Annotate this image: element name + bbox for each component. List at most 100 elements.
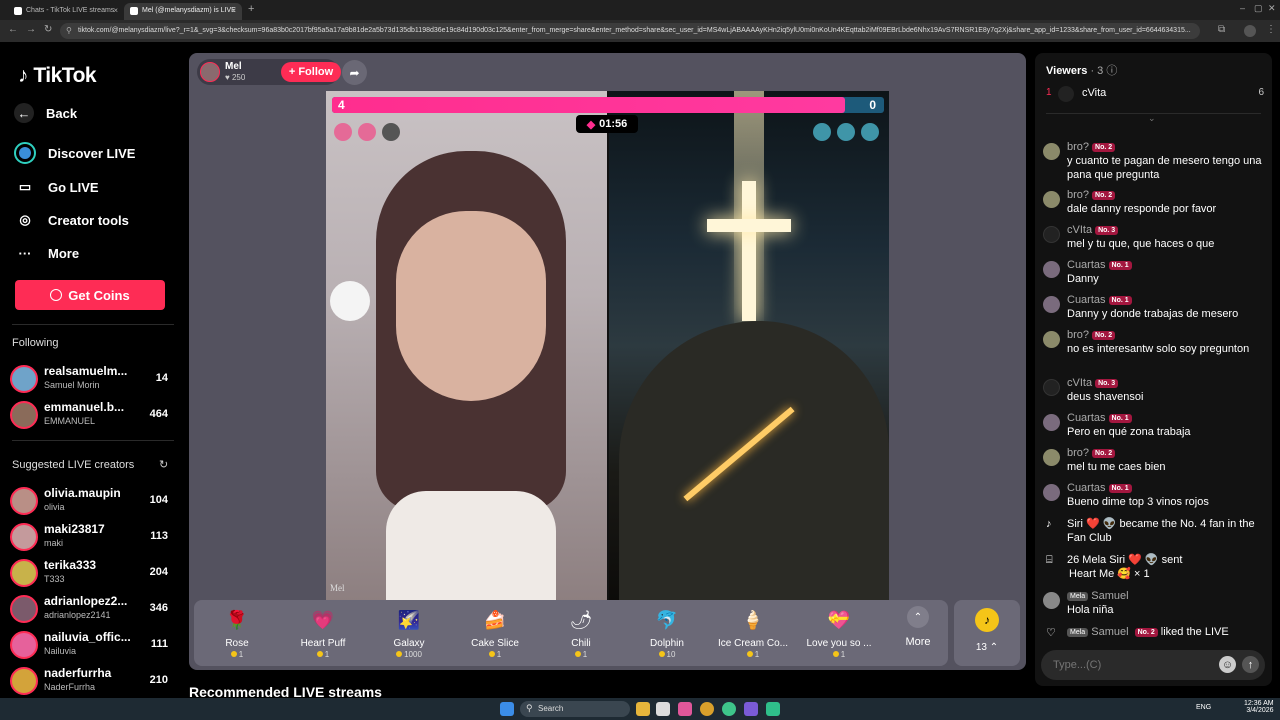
browser-tab-chats[interactable]: Chats - TikTok LIVE streams × [8,3,124,20]
suggested-creator[interactable]: terika333 T333 204 [10,558,170,588]
gift-name: Rose [225,638,249,649]
supporter-slot-icon[interactable] [837,123,855,141]
forward-arrow-icon[interactable]: → [26,24,36,35]
url-text: tiktok.com/@melanysdiazm/live?_r=1&_svg=… [78,27,1191,34]
coin-icon [746,651,753,657]
reload-icon[interactable]: ↻ [44,24,52,35]
coin-icon [832,651,839,657]
back-arrow-icon[interactable]: ← [8,24,18,35]
nav-discover-live[interactable]: Discover LIVE [14,140,135,166]
top-viewer-row[interactable]: 1 cVita 6 [1046,86,1266,102]
language-indicator[interactable]: ENG [1196,704,1211,711]
host-info[interactable]: Mel ♥ 250 + Follow [197,59,341,85]
gift-item[interactable]: 🍦 Ice Cream Co... 1 [710,606,796,662]
tab-close-icon[interactable]: × [113,6,118,15]
creator-name: nailuvia_offic... [44,630,131,644]
fanclub-text: Siri ❤️ 👽 became the No. 4 fan in the Fa… [1067,518,1255,544]
maximize-icon[interactable]: ▢ [1254,3,1263,14]
host-avatar[interactable] [200,62,220,82]
new-tab-button[interactable]: + [248,3,254,15]
follow-button[interactable]: + Follow [281,62,341,82]
extensions-icon[interactable]: ⧉ [1218,24,1225,35]
app-icon[interactable] [722,702,736,716]
app-icon[interactable] [744,702,758,716]
gift-price: 1 [538,650,624,659]
viewer-rank: 1 [1046,87,1052,98]
following-creator[interactable]: emmanuel.b... EMMANUEL 464 [10,400,170,430]
avatar [10,401,38,429]
coin-icon [488,651,495,657]
gift-item[interactable]: 🌠 Galaxy 1000 [366,606,452,662]
nav-creator-tools[interactable]: ◎ Creator tools [14,207,129,233]
left-sidebar: ♪ TikTok ← Back Discover LIVE ▭ Go LIVE … [0,42,180,698]
gift-item[interactable]: 💗 Heart Puff 1 [280,606,366,662]
coin-balance-button[interactable]: ♪ 13 ⌃ [954,600,1020,666]
gift-item[interactable]: 🐬 Dolphin 10 [624,606,710,662]
browser-menu-icon[interactable]: ⋮ [1266,24,1276,35]
back-button[interactable]: ← Back [14,100,77,126]
chat-username: bro? [1067,329,1090,341]
suggested-creator[interactable]: naderfurrha NaderFurrha 210 [10,666,170,696]
browser-tab-live[interactable]: Mel (@melanysdiazm) is LIVE × [124,3,242,20]
nav-go-live[interactable]: ▭ Go LIVE [14,174,99,200]
gift-name: Chili [571,638,591,649]
tab-close-icon[interactable]: × [231,6,236,15]
share-icon[interactable]: ➦ [342,60,367,85]
gift-price-value: 1 [496,650,502,659]
viewer-name: cVita [1082,87,1107,99]
url-field[interactable]: ⚲ tiktok.com/@melanysdiazm/live?_r=1&_sv… [60,23,1200,39]
minimize-icon[interactable]: – [1240,3,1245,13]
gift-notice-text: 26 Mela Siri ❤️ 👽 sent [1067,554,1183,566]
windows-start-icon[interactable] [500,702,514,716]
refresh-icon[interactable]: ↻ [159,458,168,471]
gift-item[interactable]: 💝 Love you so ... 1 [796,606,882,662]
chat-text: dale danny responde por favor [1067,203,1217,215]
supporter-slot-icon[interactable] [861,123,879,141]
clock[interactable]: 12:36 AM 3/4/2026 [1244,700,1274,714]
send-icon[interactable]: ↑ [1242,656,1259,673]
chrome-icon[interactable] [700,702,714,716]
window-close-icon[interactable]: ✕ [1268,3,1276,14]
coin-icon [230,651,237,657]
gift-price: 10 [624,650,710,659]
viewers-title: Viewers [1046,65,1088,77]
live-video[interactable]: Mel 4 0 ◆ 01:56 [326,91,889,601]
more-gifts-button[interactable]: ⌃ More [898,606,938,662]
supporter-slot-icon[interactable] [813,123,831,141]
info-icon[interactable]: ⓘ [1106,65,1117,77]
gift-item[interactable]: 🌹 Rose 1 [194,606,280,662]
tiktok-logo[interactable]: ♪ TikTok [18,64,97,88]
cross-bar [707,219,791,232]
galaxy-icon: 🌠 [397,609,421,630]
supporter-slot-icon[interactable] [358,123,376,141]
chat-text: mel tu me caes bien [1067,461,1166,473]
app-icon[interactable] [766,702,780,716]
suggested-creator[interactable]: olivia.maupin olivia 104 [10,486,170,516]
suggested-creator[interactable]: maki23817 maki 113 [10,522,170,552]
tiktok-favicon-icon [14,7,22,15]
following-creator[interactable]: realsamuelm... Samuel Morin 14 [10,364,170,394]
chat-text: Pero en qué zona trabaja [1067,426,1191,438]
taskbar-search[interactable]: ⚲ Search [520,701,630,717]
store-icon[interactable] [656,702,670,716]
suggested-creator[interactable]: adrianlopez2... adrianlopez2141 346 [10,594,170,624]
chevron-down-icon[interactable]: ⌄ [1148,113,1156,124]
app-icon[interactable] [678,702,692,716]
nav-more[interactable]: ··· More [14,240,80,266]
site-info-icon[interactable]: ⚲ [66,26,72,35]
shirt-shape [386,491,556,601]
chat-username: Cuartas [1067,412,1106,424]
gift-item[interactable]: 🌶 Chili 1 [538,606,624,662]
file-explorer-icon[interactable] [636,702,650,716]
creator-name: olivia.maupin [44,486,121,500]
profile-avatar-icon[interactable] [1244,25,1256,37]
get-coins-button[interactable]: Get Coins [15,280,165,310]
suggested-creator[interactable]: nailuvia_offic... Nailuvia 111 [10,630,170,660]
supporter-avatar[interactable] [382,123,400,141]
chat-input[interactable] [1053,657,1213,673]
gift-item[interactable]: 🍰 Cake Slice 1 [452,606,538,662]
heart-puff-icon: 💗 [311,609,335,630]
supporter-slot-icon[interactable] [334,123,352,141]
avatar [10,523,38,551]
emoji-icon[interactable]: ☺ [1219,656,1236,673]
